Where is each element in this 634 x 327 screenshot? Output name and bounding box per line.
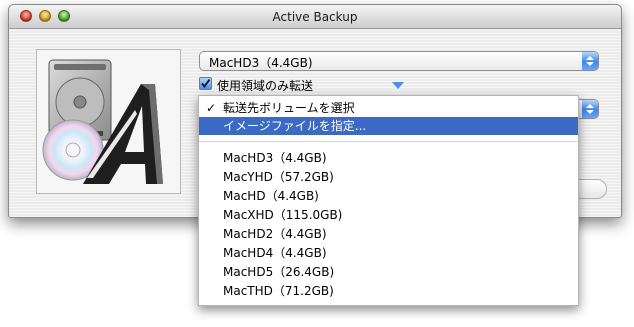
menu-item-volume[interactable]: MacHD2（4.4GB) bbox=[199, 225, 578, 243]
disclosure-triangle-icon[interactable] bbox=[392, 82, 404, 89]
used-area-label: 使用領域のみ転送 bbox=[217, 79, 314, 93]
destination-menu: ✓ 転送先ボリュームを選択 イメージファイルを指定... MacHD3（4.4G… bbox=[198, 95, 579, 306]
title-bar[interactable]: Active Backup bbox=[9, 5, 621, 29]
menu-separator bbox=[199, 141, 578, 142]
volume-label: MacYHD（57.2GB) bbox=[223, 170, 334, 184]
up-down-arrows-icon bbox=[582, 52, 598, 70]
menu-item-volume[interactable]: MacHD4（4.4GB) bbox=[199, 244, 578, 262]
volume-label: MacHD5（26.4GB) bbox=[223, 265, 335, 279]
hard-drive-cd-a-icon bbox=[42, 59, 163, 184]
volume-label: MacHD（4.4GB) bbox=[223, 189, 319, 203]
window-title: Active Backup bbox=[272, 10, 358, 24]
menu-item-volume[interactable]: MacHD（4.4GB) bbox=[199, 187, 578, 205]
menu-item-image-file[interactable]: イメージファイルを指定... bbox=[199, 117, 578, 135]
volume-label: MacHD4（4.4GB) bbox=[223, 246, 327, 260]
checkmark-icon bbox=[201, 78, 211, 88]
source-volume-popup[interactable]: MacHD3（4.4GB) bbox=[199, 51, 599, 71]
volume-label: MacHD2（4.4GB) bbox=[223, 227, 327, 241]
menu-item-volume[interactable]: MacHD3（4.4GB) bbox=[199, 149, 578, 167]
checkmark-icon: ✓ bbox=[206, 101, 217, 115]
menu-item-volume[interactable]: MacXHD（115.0GB) bbox=[199, 206, 578, 224]
used-area-checkbox[interactable] bbox=[199, 77, 212, 90]
menu-item-volume[interactable]: MacTHD（71.2GB) bbox=[199, 282, 578, 300]
source-volume-value: MacHD3（4.4GB) bbox=[209, 56, 313, 70]
menu-item-label: 転送先ボリュームを選択 bbox=[223, 101, 355, 115]
volume-label: MacHD3（4.4GB) bbox=[223, 151, 327, 165]
menu-item-volume[interactable]: MacHD5（26.4GB) bbox=[199, 263, 578, 281]
volume-label: MacTHD（71.2GB) bbox=[223, 284, 334, 298]
up-down-arrows-icon bbox=[582, 100, 598, 118]
menu-item-select-volume[interactable]: ✓ 転送先ボリュームを選択 bbox=[199, 99, 578, 117]
menu-item-volume[interactable]: MacYHD（57.2GB) bbox=[199, 168, 578, 186]
volume-label: MacXHD（115.0GB) bbox=[223, 208, 343, 222]
menu-item-label: イメージファイルを指定... bbox=[223, 119, 367, 133]
app-icon-well bbox=[36, 49, 181, 194]
